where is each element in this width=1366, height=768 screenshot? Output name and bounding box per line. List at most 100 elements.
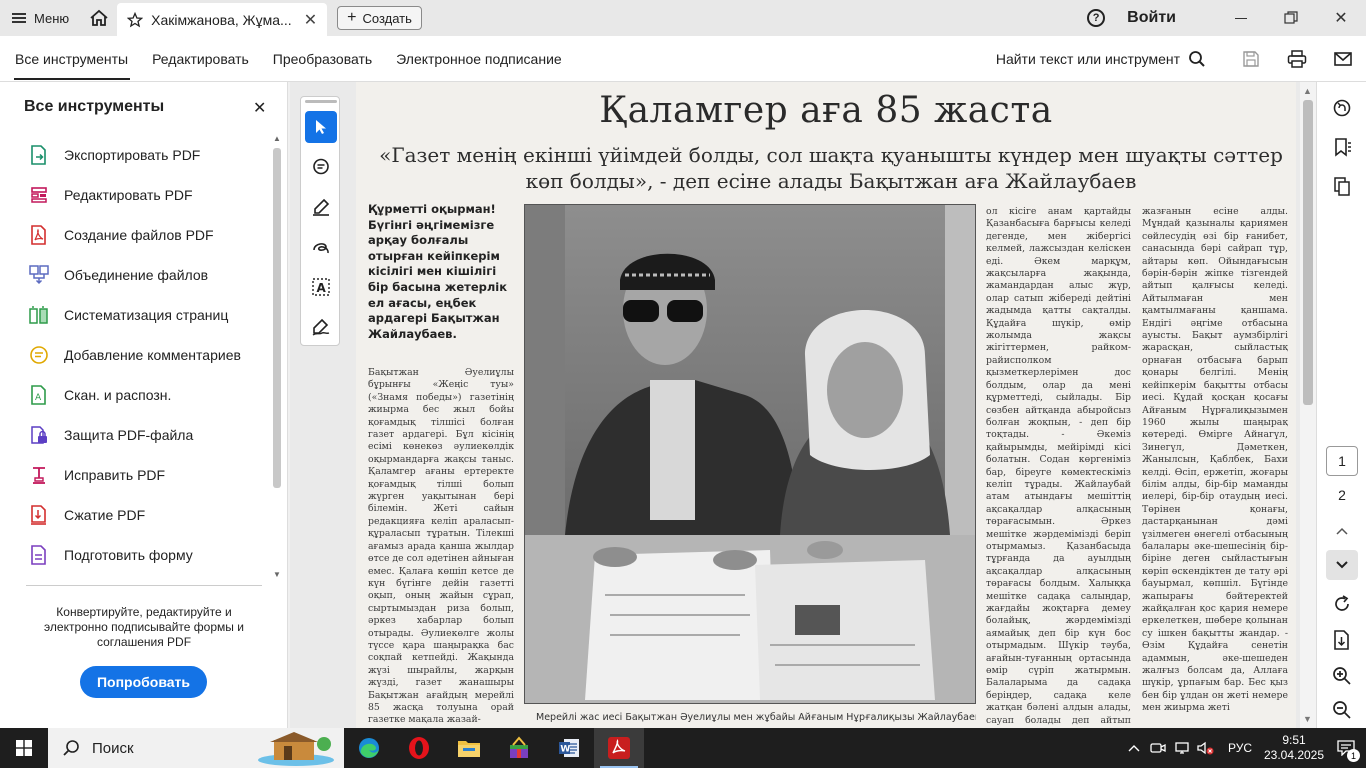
windows-logo-icon (16, 740, 32, 756)
highlight-tool-button[interactable] (305, 191, 337, 223)
newspaper-subhead: «Газет менің екінші үйімдей болды, сол ш… (379, 143, 1283, 193)
meet-now-icon[interactable] (1146, 728, 1170, 768)
zoom-out-button[interactable] (1330, 698, 1354, 722)
scroll-up-icon[interactable]: ▲ (1303, 86, 1312, 96)
ai-assistant-button[interactable] (1330, 96, 1354, 120)
next-page-button[interactable] (1326, 550, 1358, 580)
menu-button[interactable]: Меню (0, 0, 81, 36)
newspaper-photo (524, 204, 976, 704)
help-icon[interactable]: ? (1087, 9, 1106, 27)
start-button[interactable] (0, 728, 48, 768)
tool-label: Подготовить форму (64, 547, 193, 563)
taskbar-app-word[interactable]: W (544, 728, 594, 768)
panel-scrollbar[interactable]: ▲ ▼ (270, 134, 284, 634)
cursor-icon (316, 120, 326, 134)
taskbar-app-edge[interactable] (344, 728, 394, 768)
minimize-button[interactable] (1216, 0, 1266, 36)
document-viewer[interactable]: Қаламгер аға 85 жаста «Газет менің екінш… (290, 82, 1316, 728)
document-scrollbar[interactable]: ▲ ▼ (1300, 82, 1316, 728)
tool-label: Объединение файлов (64, 267, 209, 283)
zoom-in-icon (1333, 667, 1351, 685)
text-tool-button[interactable]: A (305, 271, 337, 303)
tool-item-fix-pdf[interactable]: Исправить PDF (28, 455, 264, 495)
volume-muted-icon[interactable] (1194, 728, 1218, 768)
draw-tool-button[interactable] (305, 231, 337, 263)
notifications-button[interactable]: 1 (1326, 728, 1366, 768)
tab-e-sign[interactable]: Электронное подписание (384, 36, 574, 82)
create-button[interactable]: + Создать (337, 6, 422, 30)
taskbar-app-acrobat[interactable] (594, 728, 644, 768)
minimize-icon (1235, 17, 1247, 19)
chevron-up-icon (1336, 527, 1348, 535)
edge-browser-icon (359, 738, 379, 758)
close-tab-icon[interactable]: ✕ (304, 10, 317, 30)
taskbar-app-archiver[interactable] (494, 728, 544, 768)
scroll-down-icon[interactable]: ▼ (273, 570, 281, 579)
close-icon: ✕ (1334, 10, 1348, 27)
page-number-current[interactable]: 1 (1326, 446, 1358, 476)
language-indicator[interactable]: РУС (1228, 741, 1252, 755)
taskbar-search[interactable]: Поиск (48, 728, 344, 768)
restore-button[interactable] (1266, 0, 1316, 36)
right-rail: 1 2 (1316, 82, 1366, 728)
home-icon (90, 9, 108, 26)
tool-item-create-pdf[interactable]: Создание файлов PDF (28, 215, 264, 255)
tray-expand-icon[interactable] (1122, 728, 1146, 768)
save-button[interactable] (1228, 36, 1274, 82)
email-button[interactable] (1320, 36, 1366, 82)
tool-item-add-comments[interactable]: Добавление комментариев (28, 335, 264, 375)
page-number-total[interactable]: 2 (1326, 480, 1358, 510)
export-pdf-icon (28, 144, 50, 166)
tool-item-export-pdf[interactable]: Экспортировать PDF (28, 135, 264, 175)
drag-handle[interactable] (305, 100, 337, 103)
tool-item-compress-pdf[interactable]: Сжатие PDF (28, 495, 264, 535)
organize-pages-icon (28, 304, 50, 326)
system-tray: РУС 9:51 23.04.2025 1 (1122, 728, 1366, 768)
find-tool-button[interactable]: Найти текст или инструмент (996, 50, 1206, 68)
tab-edit[interactable]: Редактировать (140, 36, 261, 82)
acrobat-icon (608, 737, 630, 759)
close-panel-icon[interactable]: ✕ (253, 98, 266, 118)
star-icon[interactable] (127, 11, 144, 28)
mail-icon (1334, 51, 1352, 66)
previous-page-button[interactable] (1326, 516, 1358, 546)
tool-item-prepare-form[interactable]: Подготовить форму (28, 535, 264, 575)
tool-item-edit-pdf[interactable]: Редактировать PDF (28, 175, 264, 215)
tool-item-scan-ocr[interactable]: A Скан. и распозн. (28, 375, 264, 415)
print-button[interactable] (1274, 36, 1320, 82)
tool-label: Создание файлов PDF (64, 227, 214, 243)
tab-all-tools[interactable]: Все инструменты (0, 36, 140, 82)
home-button[interactable] (81, 0, 117, 36)
try-button[interactable]: Попробовать (80, 666, 207, 698)
panel-scroll-thumb[interactable] (273, 148, 281, 488)
comment-tool-button[interactable] (305, 151, 337, 183)
scroll-up-icon[interactable]: ▲ (273, 134, 281, 143)
document-scroll-thumb[interactable] (1303, 100, 1313, 405)
bookmarks-button[interactable] (1330, 135, 1354, 159)
sign-tool-button[interactable] (305, 311, 337, 343)
taskbar-app-explorer[interactable] (444, 728, 494, 768)
page-export-icon (1334, 630, 1349, 650)
document-tab[interactable]: Хакімжанова, Жұма... ✕ (117, 3, 328, 36)
page-thumbnails-button[interactable] (1330, 174, 1354, 198)
select-tool-button[interactable] (305, 111, 337, 143)
tab-convert[interactable]: Преобразовать (261, 36, 384, 82)
highlighter-icon (313, 198, 330, 216)
clock[interactable]: 9:51 23.04.2025 (1262, 733, 1326, 763)
newspaper-column-1: Бақытжан Әуелиұлы бұрынғы «Жеңіс туы» («… (368, 367, 514, 726)
zoom-out-icon (1333, 701, 1351, 719)
rotate-button[interactable] (1330, 592, 1354, 616)
copy-pages-icon (1334, 177, 1350, 196)
tool-item-organize-pages[interactable]: Систематизация страниц (28, 295, 264, 335)
close-window-button[interactable]: ✕ (1316, 0, 1366, 36)
sign-in-button[interactable]: Войти (1127, 9, 1176, 27)
network-icon[interactable] (1170, 728, 1194, 768)
pdf-page[interactable]: Қаламгер аға 85 жаста «Газет менің екінш… (356, 82, 1296, 728)
scroll-down-icon[interactable]: ▼ (1303, 714, 1312, 724)
extract-page-button[interactable] (1330, 628, 1354, 652)
zoom-in-button[interactable] (1330, 664, 1354, 688)
newspaper-lead: Құрметті оқырман! Бүгінгі әңгімемізге ар… (368, 202, 508, 341)
taskbar-app-opera[interactable] (394, 728, 444, 768)
tool-item-protect-pdf[interactable]: Защита PDF-файла (28, 415, 264, 455)
tool-item-combine-files[interactable]: Объединение файлов (28, 255, 264, 295)
